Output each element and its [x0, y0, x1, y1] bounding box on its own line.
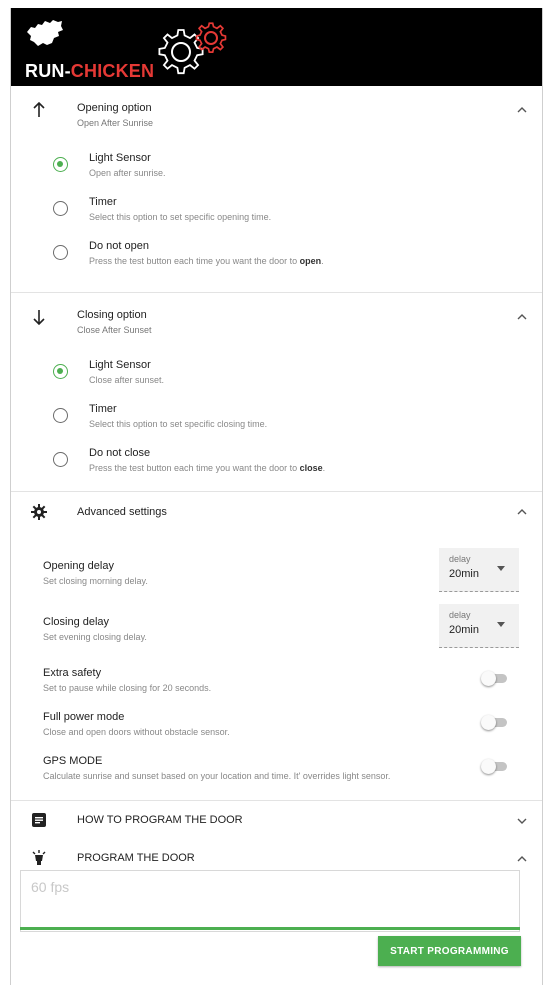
arrow-down-icon [29, 307, 49, 327]
opening-light-sensor-radio[interactable] [53, 157, 68, 172]
opening-option-section: Opening option Open After Sunrise Light … [11, 86, 542, 293]
advanced-settings-section: Advanced settings Opening delay Set clos… [11, 492, 542, 801]
chevron-up-icon[interactable] [516, 104, 528, 116]
select-label: delay [449, 554, 471, 564]
option-title: Timer [89, 403, 117, 415]
opening-do-not-open-option[interactable]: Do not open Press the test button each t… [11, 234, 542, 278]
toggle-knob [481, 715, 496, 730]
closing-option-section: Closing option Close After Sunset Light … [11, 293, 542, 492]
brand-text-red: CHICKEN [70, 61, 155, 81]
extra-safety-row: Extra safety Set to pause while closing … [11, 661, 542, 705]
select-value: 20min [449, 624, 479, 636]
setting-title: Closing delay [43, 616, 110, 628]
extra-safety-toggle[interactable] [481, 671, 509, 686]
advanced-settings-header[interactable]: Advanced settings [11, 492, 542, 532]
option-subtitle: Press the test button each time you want… [89, 256, 324, 266]
setting-subtitle: Set evening closing delay. [43, 632, 147, 642]
opening-option-header[interactable]: Opening option Open After Sunrise [11, 86, 542, 134]
advanced-settings-title: Advanced settings [77, 506, 167, 518]
full-power-toggle[interactable] [481, 715, 509, 730]
setting-title: GPS MODE [43, 755, 103, 767]
setting-subtitle: Set closing morning delay. [43, 576, 148, 586]
option-title: Light Sensor [89, 359, 151, 371]
fps-display-box: 60 fps [20, 870, 520, 932]
closing-delay-select[interactable]: delay 20min [439, 604, 519, 648]
opening-timer-radio[interactable] [53, 201, 68, 216]
opening-delay-select[interactable]: delay 20min [439, 548, 519, 592]
option-subtitle: Select this option to set specific closi… [89, 419, 268, 429]
option-subtitle: Press the test button each time you want… [89, 463, 325, 473]
closing-timer-radio[interactable] [53, 408, 68, 423]
option-title: Timer [89, 196, 117, 208]
app-frame: RUN-CHICKEN Opening option Open After Su… [10, 8, 543, 985]
option-subtitle: Open after sunrise. [89, 168, 166, 178]
option-subtitle: Close after sunset. [89, 375, 165, 385]
closing-option-subtitle: Close After Sunset [77, 325, 152, 335]
progress-line [20, 927, 520, 930]
setting-subtitle: Set to pause while closing for 20 second… [43, 683, 212, 693]
closing-do-not-close-option[interactable]: Do not close Press the test button each … [11, 441, 542, 485]
gps-mode-toggle[interactable] [481, 759, 509, 774]
dropdown-arrow-icon [497, 622, 505, 627]
start-programming-button[interactable]: START PROGRAMMING [378, 936, 521, 966]
gps-mode-row: GPS MODE Calculate sunrise and sunset ba… [11, 749, 542, 793]
dropdown-arrow-icon [497, 566, 505, 571]
arrow-up-icon [29, 100, 49, 120]
lamp-icon [29, 848, 49, 868]
select-label: delay [449, 610, 471, 620]
opening-delay-row: Opening delay Set closing morning delay.… [11, 548, 542, 610]
chevron-up-icon[interactable] [516, 853, 528, 865]
chevron-down-icon[interactable] [516, 815, 528, 827]
setting-subtitle: Close and open doors without obstacle se… [43, 727, 230, 737]
option-subtitle-text: Press the test button each time you want… [89, 463, 300, 473]
gears-icon [158, 22, 227, 75]
opening-option-title: Opening option [77, 102, 152, 114]
option-subtitle-bold: open [299, 256, 322, 266]
closing-delay-row: Closing delay Set evening closing delay.… [11, 604, 542, 661]
opening-timer-option[interactable]: Timer Select this option to set specific… [11, 190, 542, 234]
slovenia-map-icon [27, 20, 63, 46]
option-subtitle-end: . [321, 256, 324, 266]
option-title: Do not open [89, 240, 149, 252]
option-subtitle-bold: close [299, 463, 323, 473]
toggle-knob [481, 671, 496, 686]
gear-icon [29, 502, 49, 522]
closing-option-title: Closing option [77, 309, 147, 321]
opening-do-not-open-radio[interactable] [53, 245, 68, 260]
closing-option-header[interactable]: Closing option Close After Sunset [11, 293, 542, 341]
closing-light-sensor-radio[interactable] [53, 364, 68, 379]
full-power-row: Full power mode Close and open doors wit… [11, 705, 542, 749]
option-subtitle-text: Press the test button each time you want… [89, 256, 300, 266]
closing-light-sensor-option[interactable]: Light Sensor Close after sunset. [11, 353, 542, 397]
option-title: Light Sensor [89, 152, 151, 164]
option-title: Do not close [89, 447, 151, 459]
setting-title: Extra safety [43, 667, 102, 679]
chevron-up-icon[interactable] [516, 311, 528, 323]
fps-readout: 60 fps [31, 879, 70, 895]
brand-text-white: RUN- [25, 61, 71, 81]
app-header: RUN-CHICKEN [11, 8, 542, 86]
toggle-knob [481, 759, 496, 774]
program-door-title: PROGRAM THE DOOR [77, 852, 195, 864]
how-to-program-title: HOW TO PROGRAM THE DOOR [77, 814, 243, 826]
opening-option-subtitle: Open After Sunrise [77, 118, 154, 128]
closing-do-not-close-radio[interactable] [53, 452, 68, 467]
how-to-program-header[interactable]: HOW TO PROGRAM THE DOOR [11, 801, 542, 839]
option-subtitle-end: . [322, 463, 326, 473]
brand-logo: RUN-CHICKEN [25, 61, 154, 81]
option-subtitle: Select this option to set specific openi… [89, 212, 272, 222]
closing-timer-option[interactable]: Timer Select this option to set specific… [11, 397, 542, 441]
setting-subtitle: Calculate sunrise and sunset based on yo… [43, 771, 391, 781]
chevron-up-icon[interactable] [516, 506, 528, 518]
setting-title: Opening delay [43, 560, 114, 572]
document-icon [29, 810, 49, 830]
setting-title: Full power mode [43, 711, 125, 723]
select-value: 20min [449, 568, 479, 580]
opening-light-sensor-option[interactable]: Light Sensor Open after sunrise. [11, 146, 542, 190]
